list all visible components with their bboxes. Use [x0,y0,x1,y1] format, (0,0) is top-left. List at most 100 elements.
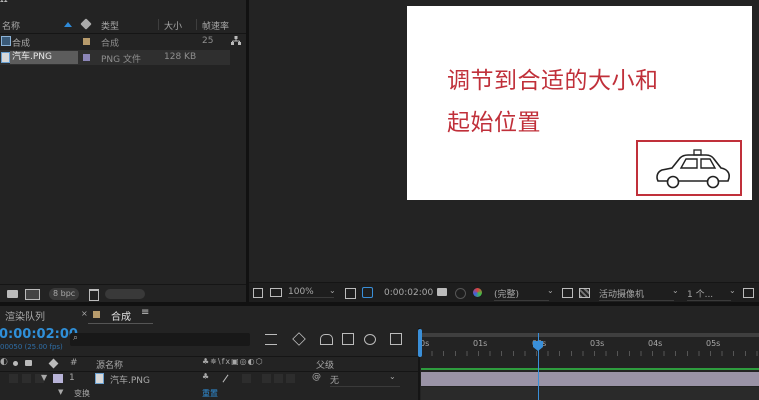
col-divider [196,19,197,30]
trash-icon[interactable] [89,289,99,301]
panel-top-glyph: Ω [0,0,8,5]
project-item-row[interactable]: 合成 合成 25 [0,34,246,49]
switch-cell[interactable] [262,374,271,383]
graph-curve-icon[interactable] [390,333,402,345]
item-type: 合成 [101,39,120,49]
switch-cell[interactable] [242,374,251,383]
transform-label: 变换 [74,389,90,398]
chevron-down-icon: ⌄ [547,286,554,295]
label-swatch[interactable] [83,38,90,45]
folder-icon[interactable] [7,290,18,298]
composition-tab-swatch [93,311,100,318]
always-preview-icon[interactable] [253,288,263,298]
col-header-size[interactable]: 大小 [164,19,182,32]
thumbnail-slider[interactable] [105,289,145,299]
frame-blending-icon[interactable] [342,333,354,345]
transparency-grid-icon[interactable] [579,288,590,298]
layer-column-header: ◐ # 源名称 ♣✵\fx▣◎◐⬡ 父级 [0,356,418,372]
item-name: 汽车.PNG [10,51,78,64]
fast-preview-icon[interactable] [743,288,754,298]
tab-composition[interactable]: 合成 [111,308,131,323]
ruler-label: 03s [590,339,605,348]
item-name: 合成 [12,39,31,49]
ruler-label: 01s [473,339,488,348]
graph-editor-icon[interactable] [265,334,277,345]
project-item-row-selected[interactable]: 汽车.PNG PNG 文件 128 KB [0,50,230,65]
frame-info: 00050 (25.00 fps) [0,343,63,351]
visibility-eye-icon[interactable]: ◐ [0,357,8,367]
audio-checkbox[interactable] [22,374,31,383]
composition-canvas[interactable]: 调节到合适的大小和 起始位置 [407,6,752,200]
col-parent[interactable]: 父级 [316,358,334,371]
transform-track [421,387,759,400]
layer-index: 1 [69,373,75,383]
switch-cell[interactable] [286,374,295,383]
label-tag-icon[interactable] [48,358,59,369]
car-layer-bounding-box[interactable] [636,140,742,196]
layer-label-swatch[interactable] [53,374,63,383]
pick-whip-icon[interactable]: @ [312,372,321,382]
chevron-down-icon: ⌄ [672,286,679,295]
switch-cell[interactable] [274,374,283,383]
viewer-timecode[interactable]: 0:00:02:00 [384,288,433,298]
ruler-ticks [420,351,759,356]
color-channels-icon[interactable] [473,288,482,297]
chevron-down-icon: ⌄ [729,286,736,295]
layer-name[interactable]: 汽车.PNG [110,373,150,386]
shy-switch-icon[interactable]: ♣ [202,372,209,381]
expand-triangle-icon[interactable]: ▼ [58,388,63,396]
quality-switch-icon[interactable] [222,374,229,383]
col-header-fps[interactable]: 帧速率 [202,19,229,32]
time-ruler[interactable]: 0s 01s 02s 03s 04s 05s [420,333,759,357]
layer-duration-bar[interactable] [421,372,759,386]
viewer-toolbar: 100% ⌄ 0:00:02:00 (完整) ⌄ 活动摄像机 ⌄ 1 个... … [249,282,759,303]
zoom-dropdown[interactable]: 100% [288,287,334,298]
reset-link[interactable]: 重置 [202,388,218,399]
new-composition-icon[interactable] [25,289,40,300]
flowchart-icon[interactable] [231,36,241,46]
motion-blur-icon[interactable] [364,334,376,345]
tab-render-queue[interactable]: 渲染队列 [5,308,45,323]
draft-3d-icon[interactable] [292,332,306,346]
grid-guides-icon[interactable] [345,288,356,299]
region-of-interest-icon[interactable] [562,288,573,298]
views-dropdown[interactable]: 1 个... [687,287,731,301]
image-file-icon [95,373,104,384]
camera-dropdown[interactable]: 活动摄像机 [599,287,674,301]
project-footer: 8 bpc [0,284,246,303]
project-panel: Ω 名称 类型 大小 帧速率 合成 合成 25 汽车.PNG PNG 文件 12… [0,0,246,303]
solo-icon[interactable] [13,361,18,366]
shy-layers-icon[interactable] [320,334,333,345]
col-header-type[interactable]: 类型 [101,19,119,32]
image-file-icon [1,52,10,63]
col-header-name[interactable]: 名称 [2,19,20,32]
expand-triangle-icon[interactable]: ▼ [41,373,47,382]
sort-ascending-icon[interactable] [64,22,72,27]
monitor-icon[interactable] [270,288,282,297]
search-field[interactable]: ⌕ [70,333,250,346]
lock-icon[interactable] [25,360,32,366]
show-snapshot-icon[interactable] [455,288,466,299]
snapshot-camera-icon[interactable] [437,288,447,296]
switches-icons[interactable]: ♣✵\fx▣◎◐⬡ [202,357,264,366]
current-time-display[interactable]: 0:00:02:00 [0,327,78,342]
visibility-checkbox[interactable] [9,374,18,383]
close-icon[interactable]: × [81,309,88,318]
caption-line-2: 起始位置 [447,110,541,136]
resolution-dropdown[interactable]: (完整) [494,287,549,301]
transform-row[interactable]: ▼ 变换 重置 [0,387,418,400]
bpc-button[interactable]: 8 bpc [49,288,80,300]
col-source-name[interactable]: 源名称 [96,358,123,371]
caption-line-1: 调节到合适的大小和 [447,68,659,94]
label-tag-icon [80,18,92,30]
label-swatch[interactable] [83,54,90,61]
work-area-start-icon[interactable] [418,329,422,357]
mask-visibility-icon[interactable] [362,287,373,298]
panel-menu-icon[interactable]: ≡ [141,307,149,318]
composition-viewer: 调节到合适的大小和 起始位置 [249,0,759,282]
chevron-down-icon: ⌄ [329,286,336,295]
layer-row[interactable]: ▼ 1 汽车.PNG ♣ @ 无 ⌄ [0,371,418,387]
ruler-label: 04s [648,339,663,348]
work-area-bar[interactable] [420,333,759,337]
composition-icon [1,36,11,46]
